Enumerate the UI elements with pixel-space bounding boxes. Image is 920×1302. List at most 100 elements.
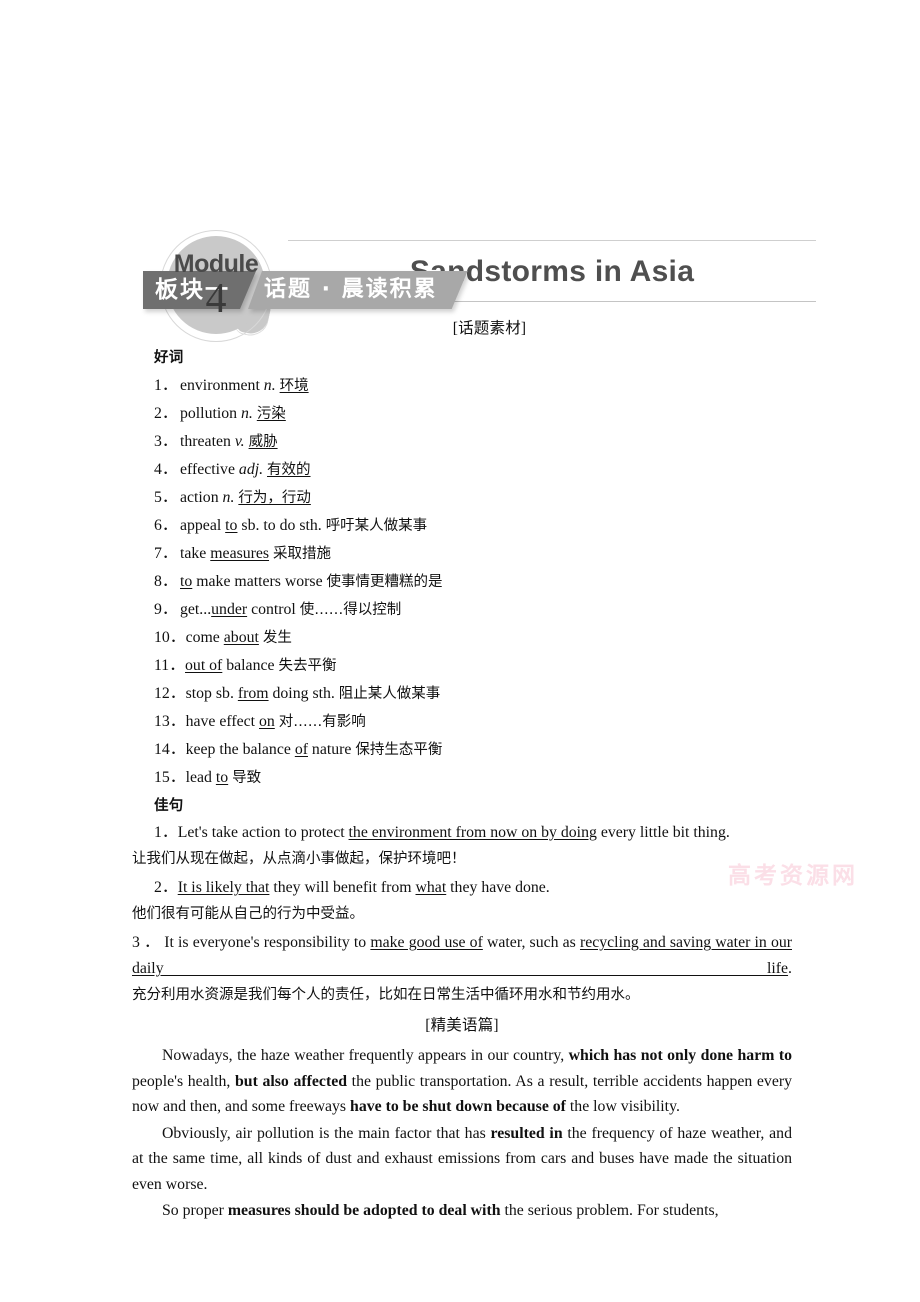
vocabulary-list: 1． environment n. 环境 2． pollution n. 污染 3． th… (132, 372, 792, 792)
underlined-phrase: to (225, 517, 238, 534)
text-run: appeal (180, 517, 226, 534)
page-header: Module 4 Sandstorms in Asia (0, 108, 920, 342)
underlined-phrase: from (237, 685, 269, 702)
vocabulary-item: 11．out of balance 失去平衡 (154, 652, 792, 680)
chinese-gloss: 阻止某人做某事 (338, 686, 441, 702)
vocabulary-item: 13．have effect on 对……有影响 (154, 708, 792, 736)
vocabulary-item: 7． take measures 采取措施 (154, 540, 792, 568)
text-run: action (180, 489, 223, 506)
chinese-gloss: 失去平衡 (278, 658, 337, 674)
essay-paragraph: Obviously, air pollution is the main fac… (132, 1121, 792, 1198)
essay-paragraph: Nowadays, the haze weather frequently ap… (132, 1043, 792, 1120)
example-sentence-en: 3 ． It is everyone's responsibility to m… (132, 930, 792, 982)
item-number: 10． (154, 629, 186, 646)
chinese-gloss: 使事情更糟糕的是 (326, 574, 443, 590)
text-run: Nowadays, the haze weather frequently ap… (162, 1047, 569, 1064)
item-number: 9． (154, 601, 178, 618)
text-run: lead (185, 769, 216, 786)
text-run: they have done. (446, 879, 550, 896)
chinese-gloss: 采取措施 (273, 546, 331, 562)
text-run: pollution (180, 405, 241, 422)
chinese-gloss: 有效的 (267, 462, 311, 478)
underlined-phrase: make good use of (370, 934, 483, 951)
bold-phrase: which has not only done harm to (568, 1047, 792, 1064)
text-run: the serious problem. For students, (500, 1202, 719, 1219)
vocabulary-item: 10．come about 发生 (154, 624, 792, 652)
pos-abbrev: n. (241, 405, 253, 422)
underlined-phrase: what (415, 879, 447, 896)
item-number: 13． (154, 713, 186, 730)
text-run: . (788, 960, 792, 977)
text-run: Let's take action to protect (177, 824, 349, 841)
text-run: they will benefit from (269, 879, 416, 896)
item-number: 12． (154, 685, 186, 702)
chinese-gloss: 行为，行动 (238, 490, 311, 506)
chinese-gloss: 保持生态平衡 (355, 742, 443, 758)
vocabulary-item: 6． appeal to sb. to do sth. 呼吁某人做某事 (154, 512, 792, 540)
text-run: make matters worse (192, 573, 327, 590)
essay-body: Nowadays, the haze weather frequently ap… (132, 1043, 792, 1224)
underlined-phrase: measures (210, 545, 270, 562)
text-run: keep the balance (185, 741, 295, 758)
chinese-gloss: 发生 (262, 630, 292, 646)
underlined-phrase: on (259, 713, 275, 730)
underlined-phrase: the environment from now on by doing (348, 824, 597, 841)
document-content: [话题素材] 好词 1． environment n. 环境 2． pollution… (132, 312, 792, 1225)
vocabulary-item: 8． to make matters worse 使事情更糟糕的是 (154, 568, 792, 596)
chinese-gloss: 呼吁某人做某事 (325, 518, 428, 534)
vocabulary-item: 9． get...under control 使……得以控制 (154, 596, 792, 624)
text-run: people's health, (132, 1072, 235, 1090)
vocabulary-item: 5． action n. 行为，行动 (154, 484, 792, 512)
bold-phrase: but also affected (235, 1072, 348, 1090)
chinese-gloss: 对……有影响 (278, 714, 366, 730)
item-number: 1． (154, 824, 178, 841)
bold-phrase: have to be shut down because of (350, 1098, 566, 1115)
underlined-phrase: of (294, 741, 308, 758)
text-run: effective (180, 461, 239, 478)
document-page: Module 4 Sandstorms in Asia 板块一 话题 · 晨读积… (0, 0, 920, 1302)
text-run: control (247, 601, 300, 618)
text-run: every little bit thing. (596, 824, 730, 841)
module-label: Module (173, 250, 259, 278)
item-number: 5． (154, 489, 178, 506)
item-number: 3． (154, 433, 178, 450)
text-run: doing sth. (268, 685, 339, 702)
item-number: 6． (154, 517, 178, 534)
underlined-phrase: about (223, 629, 259, 646)
vocabulary-item: 2． pollution n. 污染 (154, 400, 792, 428)
vocabulary-item: 4． effective adj. 有效的 (154, 456, 792, 484)
text-run: Obviously, air pollution is the main fac… (162, 1124, 491, 1142)
example-sentence-en: 2．It is likely that they will benefit fr… (154, 875, 792, 901)
text-run: come (185, 629, 224, 646)
chinese-gloss: 污染 (256, 406, 286, 422)
text-run: sb. to do sth. (237, 517, 326, 534)
vocabulary-item: 14．keep the balance of nature 保持生态平衡 (154, 736, 792, 764)
vocabulary-item: 12．stop sb. from doing sth. 阻止某人做某事 (154, 680, 792, 708)
text-run: balance (222, 657, 279, 674)
text-run: water, such as (482, 934, 580, 951)
chinese-gloss: 使……得以控制 (299, 602, 402, 618)
underlined-phrase: to (180, 573, 193, 590)
item-number: 7． (154, 545, 178, 562)
chinese-gloss: 威胁 (248, 434, 278, 450)
text-run: environment (180, 377, 264, 394)
sentence-list: 1．Let's take action to protect the envir… (132, 820, 792, 1009)
text-run: It is everyone's responsibility to (164, 934, 371, 951)
essay-tag: [精美语篇] (425, 1017, 499, 1034)
module-number: 4 (205, 276, 227, 322)
banner-section-title: 话题 · 晨读积累 (248, 271, 468, 309)
example-sentence-en: 1．Let's take action to protect the envir… (154, 820, 792, 846)
chinese-gloss: 环境 (279, 378, 309, 394)
item-number: 3 ． (132, 934, 165, 951)
example-sentence-cn: 让我们从现在做起，从点滴小事做起，保护环境吧！ (132, 851, 466, 867)
bold-phrase: resulted in (490, 1124, 563, 1142)
text-run: nature (307, 741, 356, 758)
vocabulary-item: 15．lead to 导致 (154, 764, 792, 792)
essay-paragraph: So proper measures should be adopted to … (132, 1198, 792, 1224)
text-run: get... (180, 601, 212, 618)
pos-abbrev: n. (263, 377, 276, 394)
good-words-heading: 好词 (154, 350, 184, 366)
text-run: take (180, 545, 211, 562)
material-tag: [话题素材] (452, 320, 527, 337)
underlined-phrase: out of (185, 657, 223, 674)
